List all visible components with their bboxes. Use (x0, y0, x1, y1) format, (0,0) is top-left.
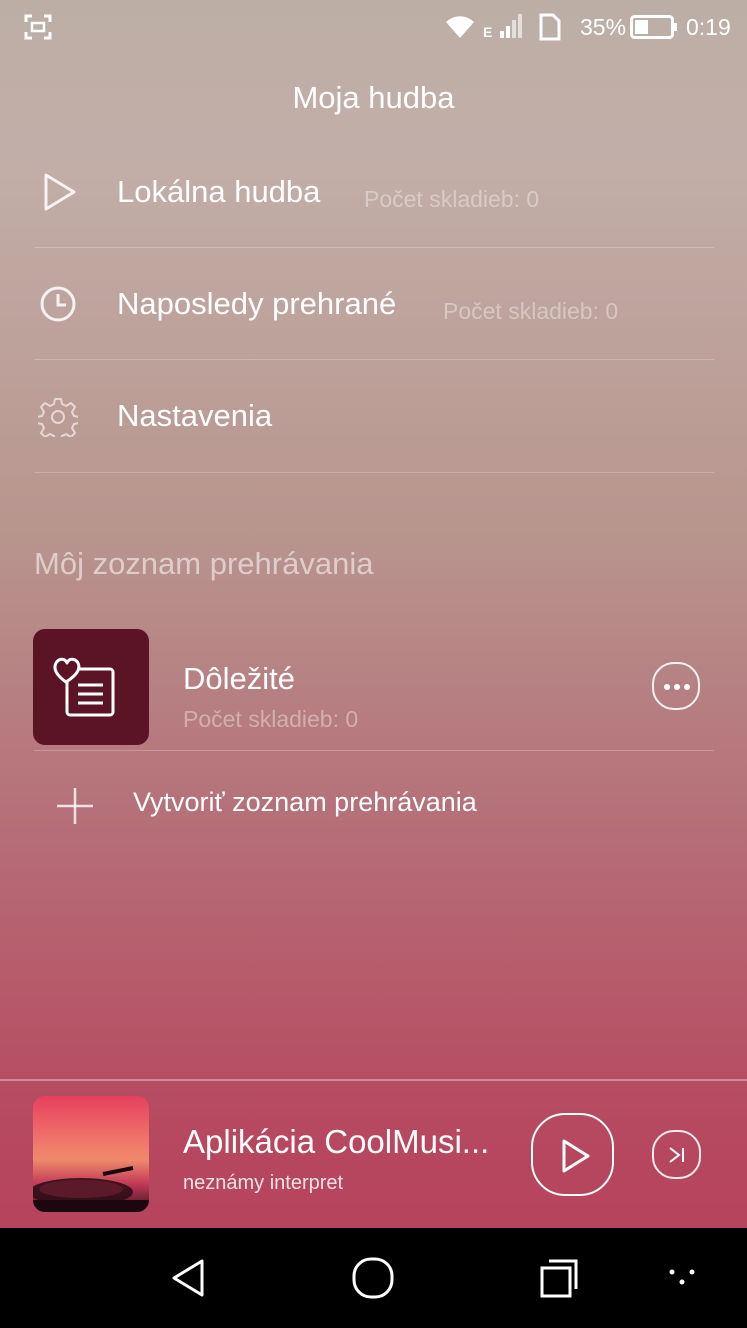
menu-item-label: Lokálna hudba (117, 174, 321, 209)
playlist-count: Počet skladieb: 0 (183, 706, 359, 732)
divider (34, 750, 714, 751)
playlist-thumbnail (33, 629, 149, 745)
recent-apps-icon[interactable] (540, 1258, 578, 1298)
battery-icon (630, 15, 677, 39)
menu-item-local-music[interactable]: Lokálna hudba Počet skladieb: 0 (34, 136, 714, 248)
menu-item-label: Naposledy prehrané (117, 286, 397, 321)
back-icon[interactable] (170, 1258, 206, 1298)
next-track-button[interactable] (652, 1130, 701, 1179)
menu-item-label: Nastavenia (117, 398, 273, 433)
sim-icon (539, 13, 561, 41)
play-icon (44, 173, 76, 211)
screenshot-icon (24, 14, 52, 40)
menu-item-recently-played[interactable]: Naposledy prehrané Počet skladieb: 0 (34, 248, 714, 360)
clock-icon (40, 286, 76, 322)
track-artist: neznámy interpret (183, 1172, 344, 1194)
navigation-bar (0, 1228, 747, 1328)
more-options-button[interactable] (652, 662, 700, 710)
play-button[interactable] (531, 1113, 614, 1196)
menu-item-settings[interactable]: Nastavenia (34, 360, 714, 472)
status-bar: E 35% 0:19 (0, 0, 747, 56)
playlist-name: Dôležité (183, 661, 295, 696)
menu-item-count: Počet skladieb: 0 (364, 186, 540, 212)
battery-percent: 35% (580, 14, 627, 40)
album-art[interactable] (33, 1096, 149, 1212)
plus-icon (57, 788, 93, 824)
wifi-icon (446, 16, 474, 38)
clock-time: 0:19 (686, 14, 731, 40)
divider (34, 472, 714, 473)
gear-icon (38, 398, 78, 437)
network-type: E (483, 24, 493, 40)
more-icon (664, 684, 690, 690)
menu-dots-icon[interactable] (668, 1266, 698, 1290)
home-icon[interactable] (352, 1257, 394, 1299)
favorite-list-icon (53, 657, 115, 717)
play-icon (562, 1139, 590, 1173)
signal-icon (500, 14, 522, 38)
menu-item-count: Počet skladieb: 0 (443, 298, 619, 324)
create-playlist-label: Vytvoriť zoznam prehrávania (133, 787, 477, 817)
section-title: Môj zoznam prehrávania (34, 546, 374, 581)
page-title: Moja hudba (292, 80, 455, 115)
turntable-image (33, 1166, 149, 1212)
create-playlist-button[interactable]: Vytvoriť zoznam prehrávania (34, 760, 714, 846)
skip-next-icon (669, 1147, 684, 1163)
track-title: Aplikácia CoolMusi... (183, 1123, 490, 1160)
